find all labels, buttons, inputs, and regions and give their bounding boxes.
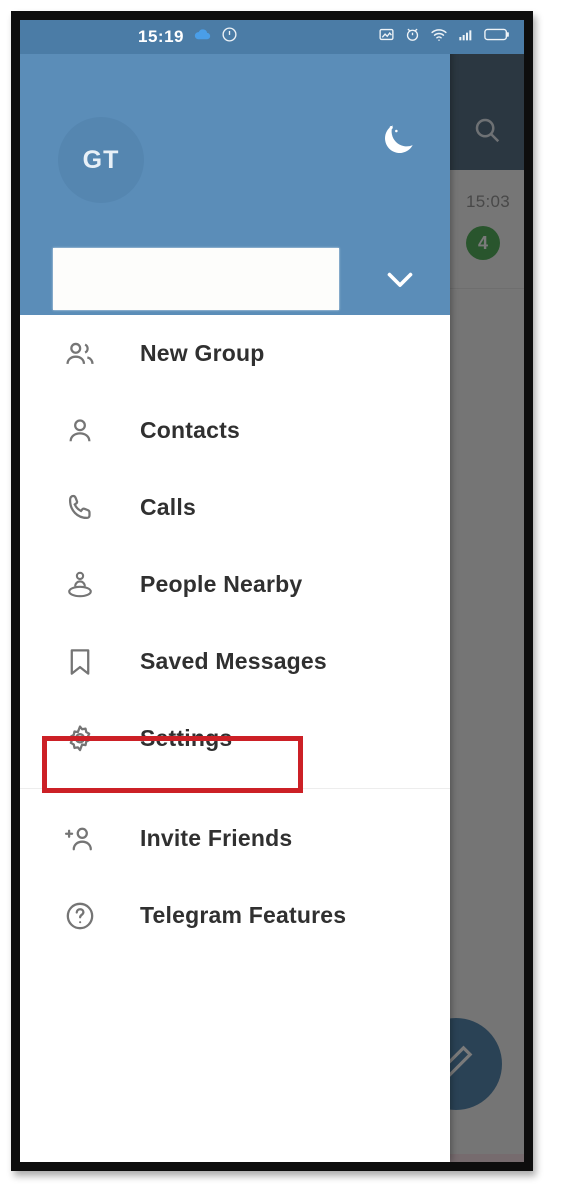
menu-item-telegram-features[interactable]: Telegram Features [20,877,450,954]
gear-icon [58,717,102,761]
menu-item-calls[interactable]: Calls [20,469,450,546]
menu-item-saved-messages[interactable]: Saved Messages [20,623,450,700]
menu-item-label: Settings [140,725,233,751]
status-bar-left: 15:19 [138,20,238,54]
menu-item-invite-friends[interactable]: Invite Friends [20,800,450,877]
menu-item-label: People Nearby [140,571,303,597]
battery-icon [484,27,510,47]
avatar-initials: GT [82,145,120,174]
signal-icon [457,27,475,48]
menu-item-label: Invite Friends [140,825,293,851]
alarm-icon [404,26,421,48]
menu-item-people-nearby[interactable]: People Nearby [20,546,450,623]
menu-item-label: Calls [140,494,196,520]
navigation-drawer: GT New Group Contacts Calls People Nearb… [20,20,450,1162]
status-time: 15:19 [138,27,184,46]
menu-item-contacts[interactable]: Contacts [20,392,450,469]
screenshot-icon [378,26,395,48]
menu-item-settings[interactable]: Settings [20,700,450,777]
status-bar-right [378,20,510,54]
drawer-header: GT [20,20,450,315]
bookmark-icon [58,640,102,684]
wifi-icon [430,26,448,49]
phone-screen: 15:03 4 GT [20,20,524,1162]
menu-item-label: Contacts [140,417,241,443]
person-add-icon [58,817,102,861]
menu-item-new-group[interactable]: New Group [20,315,450,392]
clock-badge-icon [221,26,238,48]
menu-item-label: Saved Messages [140,648,327,674]
location-person-icon [58,563,102,607]
menu-item-label: Telegram Features [140,902,347,928]
avatar[interactable]: GT [58,117,144,203]
phone-bezel: 15:03 4 GT [11,11,533,1171]
cloud-icon [193,25,212,49]
drawer-menu: New Group Contacts Calls People Nearby S… [20,315,450,954]
person-icon [58,409,102,453]
menu-divider [20,788,450,789]
question-circle-icon [58,894,102,938]
phone-icon [58,486,102,530]
chevron-down-icon[interactable] [378,258,422,300]
moon-icon[interactable] [376,118,420,162]
screenshot-frame: 15:03 4 GT [0,0,563,1200]
account-name-redaction [53,248,339,310]
group-icon [58,332,102,376]
status-bar: 15:19 [20,20,524,54]
menu-item-label: New Group [140,340,265,366]
